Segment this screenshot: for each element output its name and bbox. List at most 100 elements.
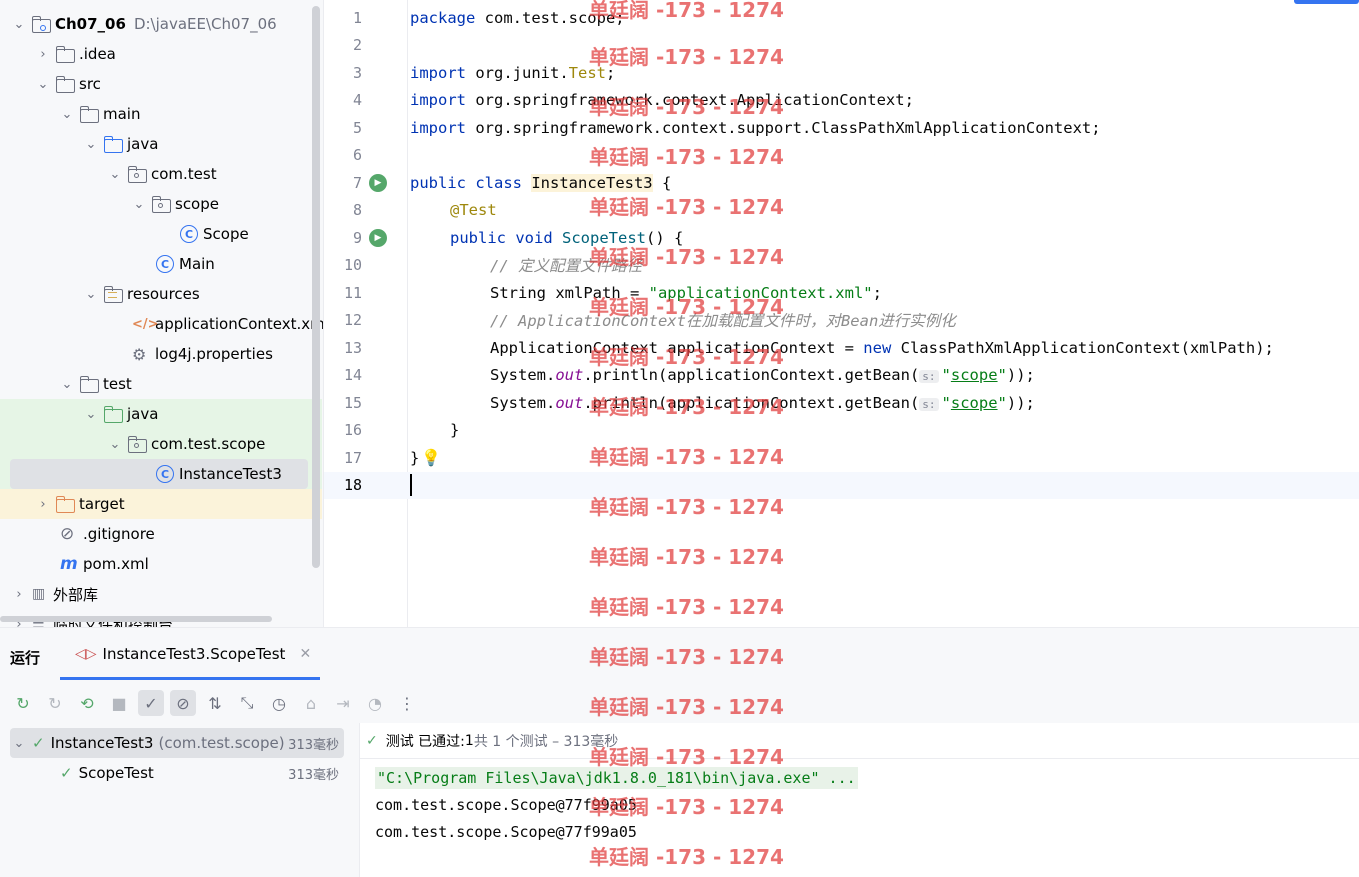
tree-item-label: scope xyxy=(175,195,219,213)
line-number: 7 xyxy=(352,173,362,192)
chevron-down-icon[interactable]: ⌄ xyxy=(60,107,74,122)
tree-item-pom-xml[interactable]: m pom.xml xyxy=(0,549,322,579)
sort-icon[interactable]: ⇅ xyxy=(202,690,228,716)
close-icon[interactable]: ✕ xyxy=(299,646,311,662)
tree-item-src[interactable]: ⌄ src xyxy=(0,69,322,99)
code-token: )); xyxy=(1006,366,1035,385)
chevron-down-icon[interactable]: ⌄ xyxy=(60,377,74,392)
run-tab[interactable]: ◁▷ InstanceTest3.ScopeTest ✕ xyxy=(75,645,311,663)
chevron-down-icon[interactable]: ⌄ xyxy=(132,197,146,212)
show-ignored-icon[interactable]: ⊘ xyxy=(170,690,196,716)
tree-item-scope-class[interactable]: C Scope xyxy=(0,219,322,249)
tree-item-label: java xyxy=(127,135,159,153)
test-case-row[interactable]: ✓ ScopeTest 313毫秒 xyxy=(10,758,344,788)
chevron-right-icon[interactable]: › xyxy=(36,47,50,62)
chevron-down-icon[interactable]: ⌄ xyxy=(84,137,98,152)
tree-item-com-test[interactable]: ⌄ com.test xyxy=(0,159,322,189)
toggle-auto-test-icon[interactable]: ⟲ xyxy=(74,690,100,716)
lightbulb-icon[interactable]: 💡 xyxy=(421,448,441,467)
chevron-down-icon[interactable]: ⌄ xyxy=(108,167,122,182)
chevron-down-icon[interactable]: ⌄ xyxy=(12,17,26,32)
parameter-hint: s: xyxy=(919,397,939,411)
tree-item-com-test-scope[interactable]: ⌄ com.test.scope xyxy=(0,429,322,459)
stop-icon[interactable]: ■ xyxy=(106,690,132,716)
code-line: 15 System.out.println(applicationContext… xyxy=(324,389,1359,417)
code-line: 11 String xmlPath = "applicationContext.… xyxy=(324,279,1359,307)
tree-item-label: java xyxy=(127,405,159,423)
tree-item-log4j-properties[interactable]: ⚙ log4j.properties xyxy=(0,339,322,369)
tree-item-target[interactable]: › target xyxy=(0,489,322,519)
tree-vertical-scrollbar[interactable] xyxy=(312,6,320,568)
code-token: org.springframework.context.support.Clas… xyxy=(466,118,1101,137)
code-editor[interactable]: 1 package com.test.scope; 2 3 import org… xyxy=(324,0,1359,627)
code-token: Test xyxy=(568,63,606,82)
test-results-tree: ⌄ ✓ InstanceTest3 (com.test.scope) 313毫秒… xyxy=(0,723,360,877)
code-token: org.junit. xyxy=(466,63,569,82)
chevron-down-icon[interactable]: ⌄ xyxy=(84,407,98,422)
code-token: ; xyxy=(605,63,616,82)
status-summary: 共 1 个测试 – 313毫秒 xyxy=(473,733,619,750)
chevron-down-icon[interactable]: ⌄ xyxy=(108,437,122,452)
tree-item-gitignore[interactable]: ⊘ .gitignore xyxy=(0,519,322,549)
ignore-file-icon: ⊘ xyxy=(60,524,75,544)
tree-item-resources[interactable]: ⌄ resources xyxy=(0,279,322,309)
chevron-down-icon[interactable]: ⌄ xyxy=(12,736,26,751)
library-icon: ▥ xyxy=(32,586,46,602)
class-name-highlight: InstanceTest3 xyxy=(531,173,653,192)
tree-item-label: src xyxy=(79,75,101,93)
code-token: .println(applicationContext.getBean( xyxy=(583,366,920,385)
tree-item-test[interactable]: ⌄ test xyxy=(0,369,322,399)
more-icon[interactable]: ⋮ xyxy=(394,690,420,716)
tree-item-applicationcontext-xml[interactable]: </> applicationContext.xml xyxy=(0,309,323,339)
test-suite-row[interactable]: ⌄ ✓ InstanceTest3 (com.test.scope) 313毫秒 xyxy=(10,728,344,758)
code-token: out xyxy=(555,393,584,412)
line-number: 17 xyxy=(343,448,362,467)
console-output[interactable]: ✓ 测试 已通过: 1共 1 个测试 – 313毫秒 "C:\Program F… xyxy=(360,723,1359,877)
tree-item-instancetest3[interactable]: C InstanceTest3 xyxy=(10,459,308,489)
code-token: public class xyxy=(410,173,522,192)
screenshot-icon[interactable]: ⌂ xyxy=(298,690,324,716)
chevron-down-icon[interactable]: ⌄ xyxy=(84,287,98,302)
code-token: import xyxy=(410,91,466,110)
code-string: scope xyxy=(950,366,998,385)
tree-item-main-class[interactable]: C Main xyxy=(0,249,322,279)
rerun-failed-icon[interactable]: ↻ xyxy=(42,690,68,716)
line-number: 6 xyxy=(352,146,362,165)
run-test-icon[interactable]: ▶ xyxy=(369,228,387,247)
tree-item-java-main[interactable]: ⌄ java xyxy=(0,129,322,159)
history-icon[interactable]: ◷ xyxy=(266,690,292,716)
console-command-line[interactable]: "C:\Program Files\Java\jdk1.8.0_181\bin\… xyxy=(375,767,858,789)
tree-item-scope-package[interactable]: ⌄ scope xyxy=(0,189,322,219)
code-line: 13 ApplicationContext applicationContext… xyxy=(324,334,1359,362)
code-token: .println(applicationContext.getBean( xyxy=(583,393,920,412)
show-passed-icon[interactable]: ✓ xyxy=(138,690,164,716)
collapse-icon[interactable]: ⤡ xyxy=(234,690,260,716)
console-output-line: com.test.scope.Scope@77f99a05 xyxy=(375,796,637,814)
tree-item-label: main xyxy=(103,105,141,123)
tree-item-label: test xyxy=(103,375,132,393)
line-number: 9 xyxy=(352,228,362,247)
tree-item-java-test[interactable]: ⌄ java xyxy=(0,399,322,429)
chevron-down-icon[interactable]: ⌄ xyxy=(36,77,50,92)
tree-item-main[interactable]: ⌄ main xyxy=(0,99,322,129)
rerun-icon[interactable]: ↻ xyxy=(10,690,36,716)
line-number: 15 xyxy=(343,393,362,412)
tree-root-ch07-06[interactable]: ⌄ Ch07_06 D:\javaEE\Ch07_06 xyxy=(0,9,322,39)
folder-icon xyxy=(80,106,99,123)
code-token: } xyxy=(410,448,420,467)
code-line: 8 @Test xyxy=(324,197,1359,225)
test-suite-package: (com.test.scope) xyxy=(158,734,285,752)
tree-horizontal-scrollbar[interactable] xyxy=(0,616,272,622)
line-number: 2 xyxy=(352,36,362,55)
import-icon[interactable]: ⇥ xyxy=(330,690,356,716)
code-token: out xyxy=(555,366,584,385)
code-token: import xyxy=(410,118,466,137)
chevron-right-icon[interactable]: › xyxy=(12,587,26,602)
coverage-icon[interactable]: ◔ xyxy=(362,690,388,716)
properties-file-icon: ⚙ xyxy=(132,344,147,364)
chevron-right-icon[interactable]: › xyxy=(36,497,50,512)
tree-item-external-libraries[interactable]: › ▥ 外部库 xyxy=(0,579,322,609)
run-test-icon[interactable]: ▶ xyxy=(369,173,387,192)
code-line: 4 import org.springframework.context.App… xyxy=(324,87,1359,115)
tree-item-idea[interactable]: › .idea xyxy=(0,39,322,69)
